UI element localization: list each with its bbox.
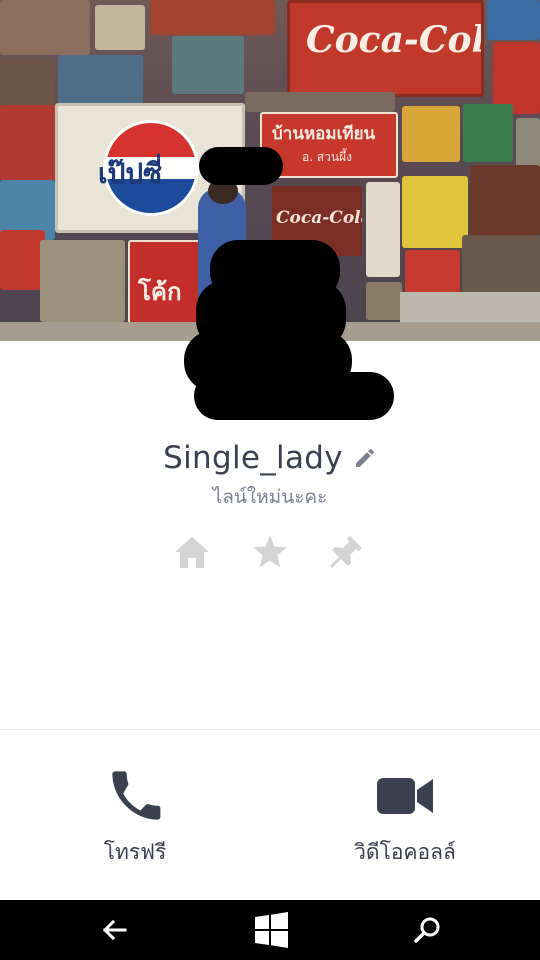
profile-name: Single_lady [163, 440, 343, 476]
search-icon[interactable] [408, 910, 448, 950]
windows-start-icon[interactable] [251, 910, 291, 950]
cover-sign [0, 0, 90, 55]
cover-sign [0, 105, 60, 180]
cover-sign [40, 240, 125, 322]
cover-sign [245, 92, 395, 112]
cover-sign [487, 0, 540, 40]
profile-name-row: Single_lady [0, 436, 540, 480]
video-call-label: วิดีโอคอลล์ [354, 840, 456, 864]
phone-icon [112, 771, 161, 820]
system-nav-bar [0, 900, 540, 960]
star-icon[interactable] [250, 532, 290, 572]
cover-sign [95, 5, 145, 50]
video-camera-icon [377, 778, 433, 814]
profile-actions [0, 532, 540, 576]
cover-sign-text: บ้านหอมเทียน [272, 124, 376, 144]
back-arrow-icon[interactable] [95, 910, 135, 950]
cover-sign [150, 0, 275, 35]
cover-sign [402, 176, 468, 248]
cover-sign-text: โค้ก [138, 277, 182, 306]
pin-icon[interactable] [326, 532, 366, 572]
cover-sign [462, 235, 540, 295]
redaction-mark [194, 372, 394, 420]
cover-sign-text: เป๊ปซี่ [98, 157, 163, 190]
home-icon[interactable] [172, 532, 212, 572]
cover-sign-text: Coca-Cola [306, 19, 484, 61]
free-call-button[interactable]: โทรฟรี [45, 770, 225, 880]
redaction-mark [199, 147, 283, 185]
cover-sign [366, 182, 400, 277]
pencil-edit-icon[interactable] [353, 446, 377, 470]
cover-sign-text: อ. สวนผึ้ง [302, 150, 352, 164]
cover-sign [366, 282, 402, 320]
free-call-label: โทรฟรี [103, 840, 167, 864]
cover-sign [172, 36, 244, 94]
coca-cola-sign: Coca-Cola [287, 0, 484, 97]
video-call-button[interactable]: วิดีโอคอลล์ [315, 770, 495, 880]
cover-sign [470, 165, 540, 235]
cover-sign-text: Coca-Cola [276, 208, 362, 228]
cover-sign [58, 55, 143, 105]
status-message: ไลน์ใหม่นะคะ [212, 486, 328, 508]
cover-sign [402, 106, 460, 162]
cover-sign [463, 104, 513, 162]
cover-sign [0, 230, 45, 290]
divider [0, 729, 540, 730]
